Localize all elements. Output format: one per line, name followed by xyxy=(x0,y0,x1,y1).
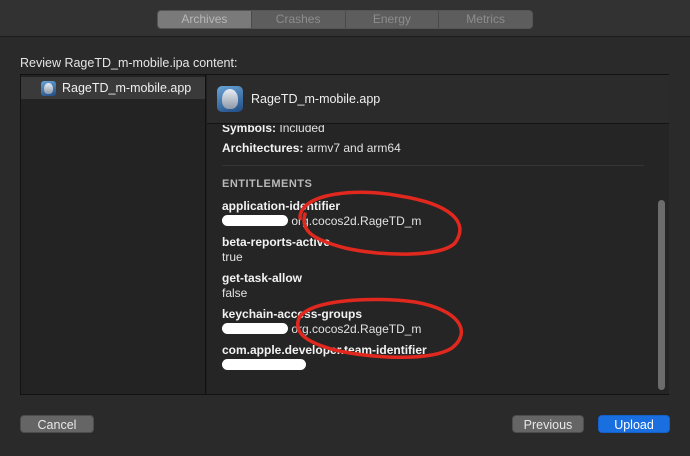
architectures-key: Architectures: xyxy=(222,141,304,155)
scrollbar-thumb[interactable] xyxy=(658,200,665,390)
previous-button[interactable]: Previous xyxy=(512,415,584,433)
entitlement-get-task-allow: get-task-allow false xyxy=(222,271,642,301)
architectures-row: Architectures: armv7 and arm64 xyxy=(222,141,642,156)
symbols-key: Symbols: xyxy=(222,125,277,135)
entitlement-key: get-task-allow xyxy=(222,271,303,285)
detail-header: RageTD_m-mobile.app xyxy=(207,75,669,124)
sidebar: RageTD_m-mobile.app xyxy=(21,75,206,394)
tab-segmented-control: Archives Crashes Energy Metrics xyxy=(157,10,533,29)
entitlement-beta-reports-active: beta-reports-active true xyxy=(222,235,642,265)
sidebar-item-label: RageTD_m-mobile.app xyxy=(62,81,192,95)
detail-scroll-area[interactable]: Symbols: Included Architectures: armv7 a… xyxy=(207,125,669,396)
entitlement-value: false xyxy=(222,286,248,300)
vertical-scrollbar[interactable] xyxy=(658,125,665,391)
detail-title: RageTD_m-mobile.app xyxy=(251,92,381,106)
entitlement-application-identifier: application-identifier org.cocos2d.RageT… xyxy=(222,199,642,229)
symbols-row: Symbols: Included xyxy=(222,125,642,136)
entitlement-key: beta-reports-active xyxy=(222,235,331,249)
entitlement-key: com.apple.developer.team-identifier xyxy=(222,343,427,357)
entitlement-key: application-identifier xyxy=(222,199,341,213)
app-icon-large xyxy=(217,86,243,112)
redaction-mark xyxy=(222,323,288,334)
app-icon xyxy=(41,80,56,96)
entitlement-value: org.cocos2d.RageTD_m xyxy=(291,322,422,336)
entitlement-keychain-access-groups: keychain-access-groups org.cocos2d.RageT… xyxy=(222,307,642,337)
redaction-mark xyxy=(222,359,306,370)
upload-button[interactable]: Upload xyxy=(598,415,670,433)
cancel-button[interactable]: Cancel xyxy=(20,415,94,433)
divider xyxy=(222,165,644,166)
review-title: Review RageTD_m-mobile.ipa content: xyxy=(20,56,238,70)
tab-metrics[interactable]: Metrics xyxy=(439,11,532,28)
top-toolbar: Archives Crashes Energy Metrics xyxy=(0,0,690,37)
symbols-value: Included xyxy=(279,125,325,135)
entitlement-value: org.cocos2d.RageTD_m xyxy=(291,214,422,228)
tab-energy[interactable]: Energy xyxy=(345,11,440,28)
entitlements-heading: ENTITLEMENTS xyxy=(222,178,313,190)
redaction-mark xyxy=(222,215,288,226)
tab-archives[interactable]: Archives xyxy=(158,11,252,28)
entitlement-key: keychain-access-groups xyxy=(222,307,363,321)
content-panel: RageTD_m-mobile.app RageTD_m-mobile.app … xyxy=(20,74,669,395)
entitlement-value-row xyxy=(222,358,642,373)
entitlement-value-row: org.cocos2d.RageTD_m xyxy=(222,322,642,337)
detail-pane: RageTD_m-mobile.app Symbols: Included Ar… xyxy=(207,75,669,394)
sidebar-item-app[interactable]: RageTD_m-mobile.app xyxy=(21,77,205,99)
tab-crashes[interactable]: Crashes xyxy=(251,11,346,28)
entitlement-value: true xyxy=(222,250,243,264)
architectures-value: armv7 and arm64 xyxy=(306,141,401,155)
entitlement-team-identifier: com.apple.developer.team-identifier xyxy=(222,343,642,373)
entitlement-value-row: org.cocos2d.RageTD_m xyxy=(222,214,642,229)
